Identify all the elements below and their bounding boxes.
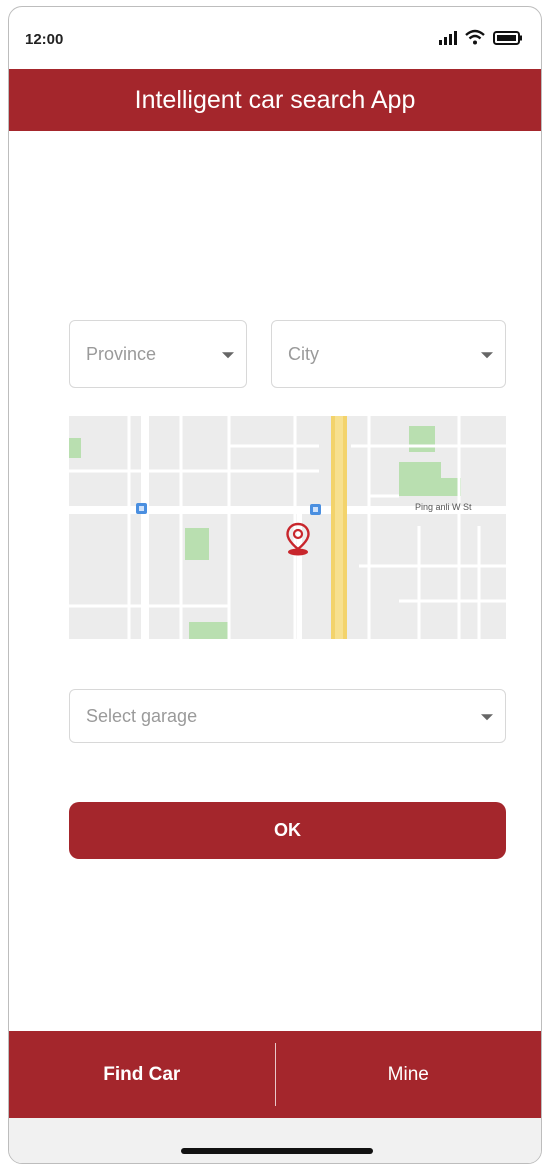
home-indicator[interactable] [181,1148,373,1154]
chevron-down-icon [481,352,493,359]
ok-button-label: OK [274,820,301,840]
province-placeholder: Province [86,343,157,364]
wifi-icon [465,29,485,45]
transit-icon [136,503,147,514]
status-icons [439,29,523,45]
status-bar: 12:00 [9,7,541,69]
nav-find-car-label: Find Car [103,1063,181,1085]
transit-icon [310,504,321,515]
bottom-nav: Find Car Mine [9,1031,541,1118]
signal-icon [439,31,457,45]
map-view[interactable]: Ping anli W St [69,416,506,639]
street-label: Ping anli W St [415,502,472,512]
app-title: Intelligent car search App [134,85,416,114]
nav-find-car[interactable]: Find Car [9,1031,275,1118]
ok-button[interactable]: OK [69,802,506,859]
home-area [9,1118,541,1163]
nav-mine[interactable]: Mine [276,1031,542,1118]
city-select[interactable]: City [271,320,506,388]
garage-placeholder: Select garage [86,705,198,726]
status-time: 12:00 [25,31,64,48]
nav-mine-label: Mine [387,1063,429,1085]
chevron-down-icon [481,714,493,721]
app-header: Intelligent car search App [9,69,541,131]
battery-icon [493,31,522,45]
chevron-down-icon [222,352,234,359]
location-pin-icon[interactable] [285,522,311,556]
garage-select[interactable]: Select garage [69,689,506,743]
phone-frame: 12:00 Intelligent car search App Provinc… [8,6,542,1164]
province-select[interactable]: Province [69,320,247,388]
city-placeholder: City [288,343,319,364]
